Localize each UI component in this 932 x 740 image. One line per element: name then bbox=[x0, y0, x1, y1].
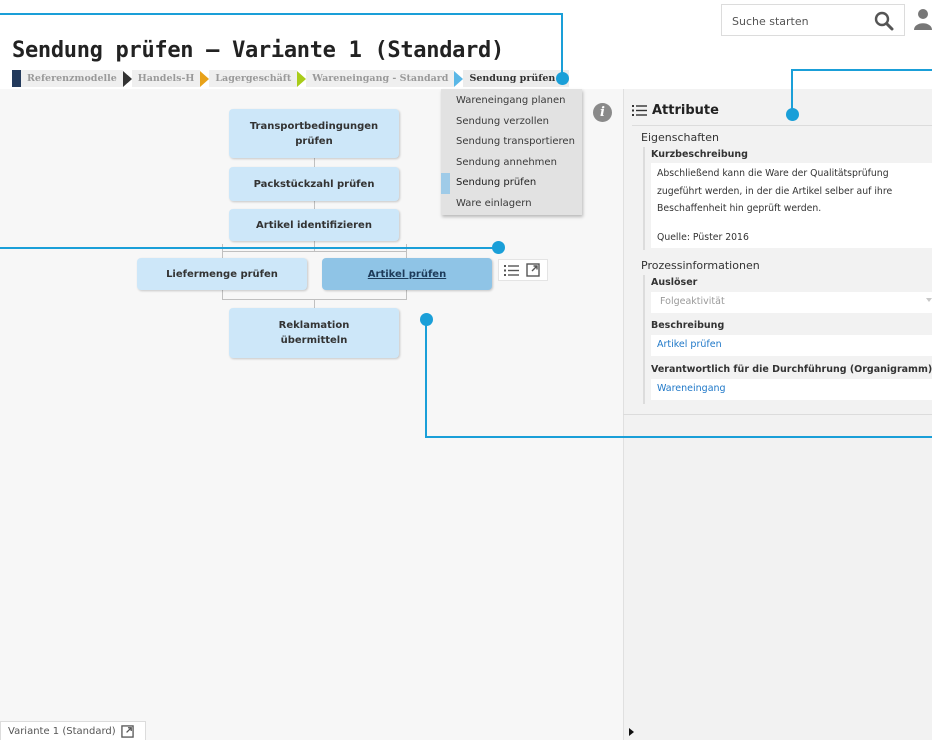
dropdown-item-wareneingang-planen[interactable]: Wareneingang planen bbox=[441, 91, 582, 112]
callout-marker bbox=[420, 313, 433, 326]
callout-line bbox=[425, 319, 427, 438]
kurzbeschreibung-source: Quelle: Püster 2016 bbox=[657, 232, 749, 243]
search-icon[interactable] bbox=[874, 11, 894, 31]
group-title-prozessinformationen: Prozessinformationen bbox=[641, 259, 760, 272]
callout-line bbox=[0, 247, 498, 249]
page-title: Sendung prüfen – Variante 1 (Standard) bbox=[12, 38, 504, 63]
process-node-packstueckzahl[interactable]: Packstückzahl prüfen bbox=[229, 167, 399, 201]
field-label-ausloeser: Auslöser bbox=[651, 277, 698, 288]
beschreibung-link[interactable]: Artikel prüfen bbox=[657, 339, 722, 350]
breadcrumb-item-wareneingang[interactable]: Wareneingang - Standard bbox=[306, 70, 455, 87]
node-label: Artikel prüfen bbox=[367, 268, 447, 280]
breadcrumb-item-handels-h[interactable]: Handels-H bbox=[131, 70, 201, 87]
attribute-panel-title: Attribute bbox=[652, 102, 719, 118]
search-input[interactable] bbox=[732, 12, 862, 30]
field-label-verantwortlich: Verantwortlich für die Durchführung (Org… bbox=[651, 364, 932, 375]
dropdown-item-ware-einlagern[interactable]: Ware einlagern bbox=[441, 194, 582, 215]
node-toolbar bbox=[498, 259, 548, 281]
attribute-panel-header: Attribute bbox=[632, 101, 719, 119]
connector-line bbox=[314, 158, 315, 167]
breadcrumb-arrow bbox=[200, 70, 210, 87]
connector-line bbox=[314, 241, 315, 251]
process-node-reklamation[interactable]: Reklamation übermitteln bbox=[229, 308, 399, 358]
connector-line bbox=[314, 201, 315, 209]
node-label: Transportbedingungen bbox=[249, 120, 379, 132]
user-icon[interactable] bbox=[914, 8, 932, 30]
callout-line bbox=[425, 436, 932, 438]
kurzbeschreibung-line: Beschaffenheit hin geprüft werden. bbox=[657, 203, 822, 214]
group-bar bbox=[643, 147, 645, 250]
node-label: Liefermenge prüfen bbox=[166, 268, 278, 280]
divider bbox=[632, 125, 932, 126]
kurzbeschreibung-line: zugeführt werden, in der die Artikel sel… bbox=[657, 186, 893, 197]
node-label: Artikel identifizieren bbox=[256, 219, 372, 231]
callout-marker bbox=[492, 241, 505, 254]
connector-line bbox=[222, 251, 407, 252]
app-window: Sendung prüfen – Variante 1 (Standard) R… bbox=[0, 0, 932, 740]
divider bbox=[623, 414, 932, 415]
open-external-icon[interactable] bbox=[121, 725, 134, 738]
dropdown-item-sendung-verzollen[interactable]: Sendung verzollen bbox=[441, 112, 582, 133]
step-dropdown: Wareneingang planen Sendung verzollen Se… bbox=[441, 89, 582, 215]
breadcrumb-arrow bbox=[122, 70, 132, 87]
open-external-icon[interactable] bbox=[526, 263, 540, 277]
breadcrumb-item-referenzmodelle[interactable]: Referenzmodelle bbox=[21, 70, 123, 87]
breadcrumb-item-current[interactable]: Sendung prüfen bbox=[463, 70, 570, 87]
callout-marker bbox=[556, 72, 569, 85]
connector-line bbox=[314, 299, 315, 308]
field-label-kurzbeschreibung: Kurzbeschreibung bbox=[651, 149, 748, 160]
verantwortlich-link[interactable]: Wareneingang bbox=[657, 383, 726, 394]
breadcrumb-marker bbox=[12, 70, 21, 87]
variant-tab[interactable]: Variante 1 (Standard) bbox=[0, 721, 146, 740]
breadcrumb-item-lagergeschaeft[interactable]: Lagergeschäft bbox=[209, 70, 298, 87]
search-box bbox=[721, 4, 905, 36]
process-node-artikel-identifizieren[interactable]: Artikel identifizieren bbox=[229, 209, 399, 241]
callout-line bbox=[561, 13, 563, 79]
process-node-transportbedingungen[interactable]: Transportbedingungen prüfen bbox=[229, 109, 399, 158]
callout-marker bbox=[786, 108, 799, 121]
expand-arrow-icon[interactable] bbox=[629, 728, 634, 736]
node-label: Reklamation bbox=[278, 320, 350, 331]
info-icon[interactable]: i bbox=[593, 103, 612, 122]
node-label: übermitteln bbox=[280, 335, 348, 346]
breadcrumb-arrow bbox=[454, 70, 464, 87]
dropdown-item-sendung-pruefen[interactable]: Sendung prüfen bbox=[441, 173, 582, 194]
list-icon[interactable] bbox=[504, 264, 519, 277]
ausloeser-value: Folgeaktivität bbox=[660, 296, 725, 307]
list-icon bbox=[632, 104, 647, 116]
group-bar bbox=[643, 275, 645, 404]
chevron-down-icon[interactable] bbox=[926, 298, 932, 302]
process-node-artikel-pruefen[interactable]: Artikel prüfen bbox=[322, 258, 492, 290]
callout-line bbox=[791, 69, 932, 71]
node-label: Packstückzahl prüfen bbox=[253, 178, 375, 190]
breadcrumb: Referenzmodelle Handels-H Lagergeschäft … bbox=[12, 70, 570, 87]
field-label-beschreibung: Beschreibung bbox=[651, 320, 725, 331]
dropdown-item-sendung-annehmen[interactable]: Sendung annehmen bbox=[441, 153, 582, 174]
variant-tab-label: Variante 1 (Standard) bbox=[8, 726, 116, 737]
process-node-liefermenge[interactable]: Liefermenge prüfen bbox=[137, 258, 307, 290]
kurzbeschreibung-line: Abschließend kann die Ware der Qualitäts… bbox=[657, 168, 889, 179]
breadcrumb-arrow bbox=[297, 70, 307, 87]
node-label: prüfen bbox=[295, 135, 333, 147]
dropdown-item-sendung-transportieren[interactable]: Sendung transportieren bbox=[441, 132, 582, 153]
group-title-eigenschaften: Eigenschaften bbox=[641, 131, 719, 144]
callout-line bbox=[0, 13, 563, 15]
